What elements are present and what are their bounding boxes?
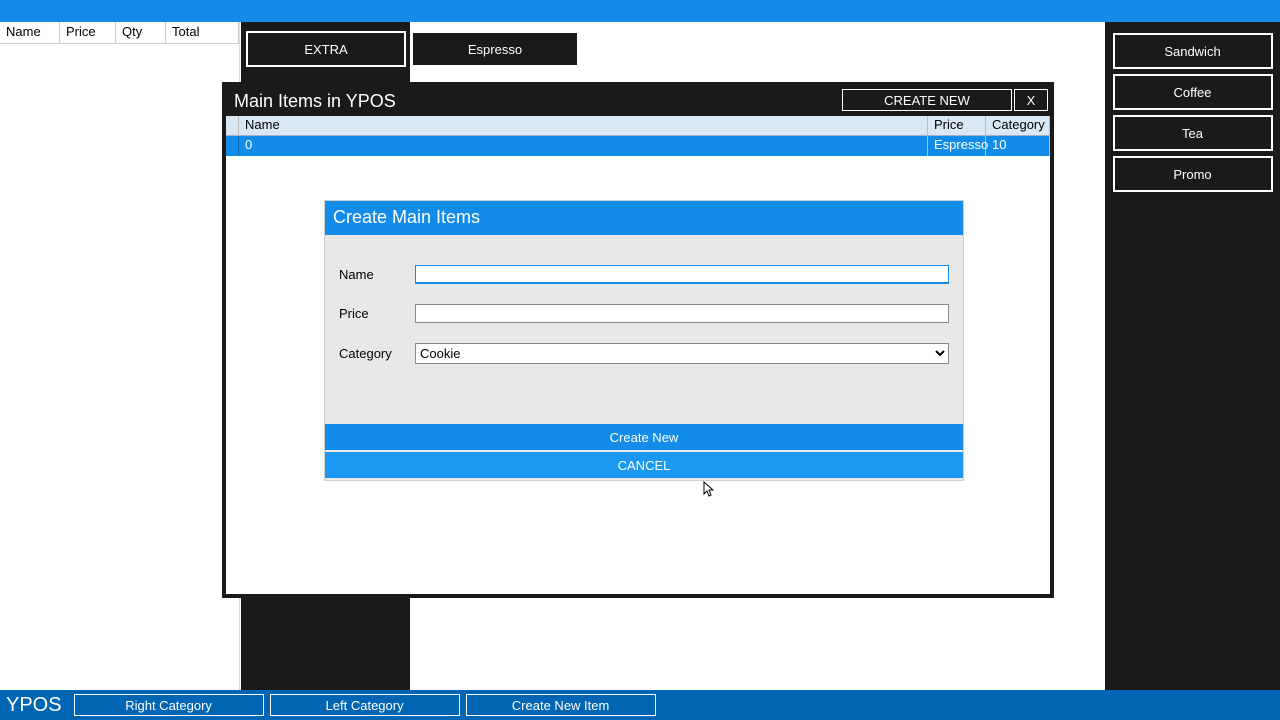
label-price: Price — [339, 306, 415, 321]
modal-close-button[interactable]: X — [1014, 89, 1048, 111]
input-name[interactable] — [415, 265, 949, 284]
order-col-qty: Qty — [116, 22, 166, 44]
form-title: Create Main Items — [325, 201, 963, 235]
form-body: Name Price Category Cookie — [325, 235, 963, 424]
grid-row[interactable]: 0 Espresso 10 — [226, 136, 1050, 156]
grid-col-name: Name — [239, 116, 928, 135]
input-price[interactable] — [415, 304, 949, 323]
category-tea[interactable]: Tea — [1113, 115, 1273, 151]
form-actions: Create New CANCEL — [325, 424, 963, 478]
grid-row-selector — [226, 136, 239, 156]
grid-header: Name Price Category — [226, 116, 1050, 136]
grid-body: Create Main Items Name Price Category Co… — [226, 156, 1050, 594]
order-col-name: Name — [0, 22, 60, 44]
grid-col-selector — [226, 116, 239, 135]
right-category-panel: Sandwich Coffee Tea Promo — [1105, 22, 1280, 690]
order-col-price: Price — [60, 22, 116, 44]
create-form-panel: Create Main Items Name Price Category Co… — [324, 200, 964, 481]
footer: YPOS Right Category Left Category Create… — [0, 690, 1280, 720]
category-espresso[interactable]: Espresso — [411, 31, 579, 67]
grid-cell-name: 0 — [239, 136, 928, 156]
footer-left-category[interactable]: Left Category — [270, 694, 460, 716]
footer-brand: YPOS — [6, 694, 62, 717]
modal-title: Main Items in YPOS — [234, 91, 396, 112]
grid-col-category: Category — [986, 116, 1050, 135]
label-name: Name — [339, 267, 415, 282]
modal-create-new-button[interactable]: CREATE NEW — [842, 89, 1012, 111]
grid-cell-price: Espresso — [928, 136, 986, 156]
form-create-button[interactable]: Create New — [325, 424, 963, 450]
footer-create-new-item[interactable]: Create New Item — [466, 694, 656, 716]
category-sandwich[interactable]: Sandwich — [1113, 33, 1273, 69]
label-category: Category — [339, 346, 415, 361]
order-col-total: Total — [166, 22, 239, 44]
order-header: Name Price Qty Total — [0, 22, 239, 44]
category-coffee[interactable]: Coffee — [1113, 74, 1273, 110]
grid-col-price: Price — [928, 116, 986, 135]
footer-right-category[interactable]: Right Category — [74, 694, 264, 716]
main-items-modal: Main Items in YPOS CREATE NEW X Name Pri… — [222, 82, 1054, 598]
grid-cell-category: 10 — [986, 136, 1050, 156]
category-extra[interactable]: EXTRA — [246, 31, 406, 67]
form-cancel-button[interactable]: CANCEL — [325, 452, 963, 478]
category-promo[interactable]: Promo — [1113, 156, 1273, 192]
app-titlebar — [0, 0, 1280, 22]
order-panel: Name Price Qty Total — [0, 22, 240, 690]
select-category[interactable]: Cookie — [415, 343, 949, 364]
modal-header: Main Items in YPOS CREATE NEW X — [226, 86, 1050, 116]
